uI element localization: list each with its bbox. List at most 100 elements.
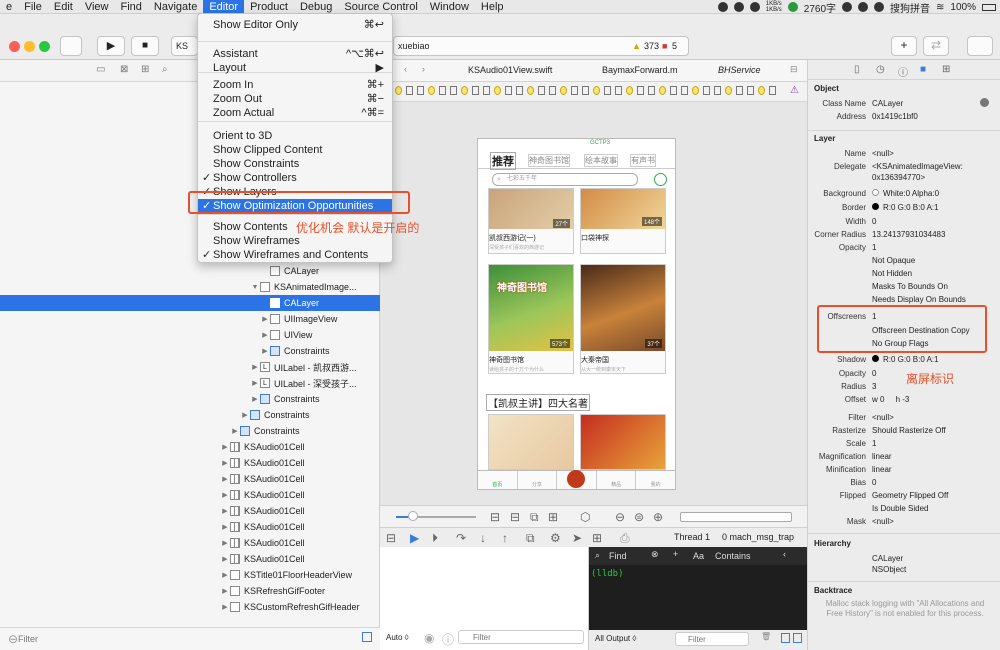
disclosure-triangle-icon[interactable]: ▶ <box>250 395 260 403</box>
ime-label[interactable]: 搜狗拼音 <box>890 0 930 15</box>
disclosure-triangle-icon[interactable]: ▶ <box>230 427 240 435</box>
breadcrumb-item-icon[interactable] <box>483 86 490 95</box>
breadcrumb-item-icon[interactable] <box>703 86 710 95</box>
menu-navigate[interactable]: Navigate <box>148 0 203 14</box>
breadcrumb-item-icon[interactable] <box>681 86 688 95</box>
search-icon[interactable]: ⌕ <box>162 64 168 75</box>
eye-icon[interactable]: ◉ <box>424 631 434 645</box>
menu-find[interactable]: Find <box>114 0 147 14</box>
tree-row[interactable]: ▶ Constraints <box>0 423 380 439</box>
menu-item-layout[interactable]: Layout ▶ <box>198 61 392 75</box>
book-card[interactable]: 148个 口袋神探 <box>580 188 666 254</box>
breadcrumb-item-icon[interactable] <box>725 86 732 95</box>
file-icon[interactable]: ▯ <box>854 64 860 75</box>
breadcrumb-item-icon[interactable] <box>626 86 633 95</box>
tree-row[interactable]: ▶ Constraints <box>0 343 380 359</box>
menu-editor[interactable]: Editor <box>203 0 245 14</box>
breadcrumb-item-icon[interactable] <box>692 86 699 95</box>
disclosure-triangle-icon[interactable]: ▼ <box>250 284 260 291</box>
disclosure-triangle-icon[interactable]: ▶ <box>250 363 260 371</box>
wechat-icon[interactable] <box>733 2 744 12</box>
breadcrumb-item-icon[interactable] <box>549 86 556 95</box>
disclosure-triangle-icon[interactable]: ▶ <box>240 411 250 419</box>
menu-file[interactable]: File <box>18 0 48 14</box>
zoom-actual-icon[interactable]: ⊜ <box>634 510 644 524</box>
tree-row[interactable]: ▶ KSAudio01Cell <box>0 551 380 567</box>
tree-row[interactable]: ▶ KSAudio01Cell <box>0 503 380 519</box>
menu-item-show-constraints[interactable]: Show Constraints <box>198 157 392 171</box>
breadcrumb-item-icon[interactable] <box>736 86 743 95</box>
console-filter-input[interactable] <box>675 632 749 646</box>
breadcrumb-item-icon[interactable] <box>758 86 765 95</box>
status-icon[interactable] <box>842 2 853 12</box>
breadcrumb-item-icon[interactable] <box>505 86 512 95</box>
breadcrumb-item-icon[interactable] <box>461 86 468 95</box>
menu-help[interactable]: Help <box>475 0 510 14</box>
book-card[interactable]: 37个 大秦帝国 从大一统到秦末天下 <box>580 264 666 374</box>
auto-selector[interactable]: Auto ◊ <box>386 633 409 642</box>
tab-baymaxforward[interactable]: BaymaxForward.m <box>602 65 678 75</box>
clear-icon[interactable]: ⊗ <box>651 549 659 560</box>
issue-icon[interactable]: ⚠ <box>790 85 799 96</box>
disclosure-triangle-icon[interactable]: ▶ <box>220 475 230 483</box>
close-button[interactable] <box>9 41 20 52</box>
layout-icon[interactable]: ⊟ <box>490 510 500 524</box>
menu-product[interactable]: Product <box>244 0 294 14</box>
hide-debug-icon[interactable]: ⊟ <box>386 531 396 545</box>
tree-row[interactable]: ▶ L UILabel - 深受孩子... <box>0 375 380 391</box>
zoom-out-icon[interactable]: ⊖ <box>615 510 625 524</box>
disclosure-triangle-icon[interactable]: ▶ <box>250 379 260 387</box>
minimize-button[interactable] <box>24 41 35 52</box>
orient-3d-icon[interactable]: ⬡ <box>580 510 590 524</box>
breadcrumb-item-icon[interactable] <box>593 86 600 95</box>
disclosure-triangle-icon[interactable]: ▶ <box>220 491 230 499</box>
zoom-button[interactable] <box>39 41 50 52</box>
disclosure-triangle-icon[interactable]: ▶ <box>220 587 230 595</box>
sogou-icon[interactable] <box>874 2 885 12</box>
output-selector[interactable]: All Output ◊ <box>595 634 636 643</box>
menu-source-control[interactable]: Source Control <box>338 0 423 14</box>
book-card[interactable]: 27个 凯叔西游记(一) 深受孩子们喜欢的西游记 <box>488 188 574 254</box>
word-count[interactable]: 2760字 <box>804 0 836 15</box>
breadcrumb-item-icon[interactable] <box>659 86 666 95</box>
warning-count[interactable]: 373 <box>644 37 659 55</box>
layout-icon[interactable]: ⧉ <box>530 510 539 525</box>
error-count[interactable]: 5 <box>672 37 677 55</box>
tree-row[interactable]: ▶ Constraints <box>0 391 380 407</box>
breadcrumb-item-icon[interactable] <box>439 86 446 95</box>
menu-view[interactable]: View <box>79 0 115 14</box>
forward-icon[interactable]: › <box>422 64 425 74</box>
breadcrumb-item-icon[interactable] <box>769 86 776 95</box>
tree-row[interactable]: ▶ KSAudio01Cell <box>0 535 380 551</box>
spacing-slider-thumb[interactable] <box>408 511 418 521</box>
close-icon[interactable]: ⊠ <box>120 64 128 75</box>
match-selector[interactable]: Contains <box>715 551 751 561</box>
tab-premium[interactable]: 精品 <box>597 471 637 489</box>
tree-row[interactable]: ▶ UIImageView <box>0 311 380 327</box>
history-icon[interactable]: ◷ <box>876 64 885 75</box>
disclosure-triangle-icon[interactable]: ▶ <box>220 571 230 579</box>
disclosure-triangle-icon[interactable]: ▶ <box>220 443 230 451</box>
prev-icon[interactable]: ‹ <box>783 549 786 559</box>
case-toggle[interactable]: Aa <box>693 551 704 561</box>
menu-item-show-wireframes-and-contents[interactable]: ✓ Show Wireframes and Contents <box>198 248 392 262</box>
run-button[interactable]: ▶ <box>97 36 125 56</box>
range-slider[interactable] <box>680 512 792 522</box>
step-in-icon[interactable]: ↓ <box>480 531 486 545</box>
breadcrumb-item-icon[interactable] <box>406 86 413 95</box>
memory-graph-icon[interactable]: ⚙ <box>550 531 561 545</box>
phone-tab-recommend[interactable]: 推荐 <box>490 152 516 170</box>
tree-row[interactable]: ▶ KSAudio01Cell <box>0 519 380 535</box>
menu-item-show-clipped-content[interactable]: Show Clipped Content <box>198 143 392 157</box>
find-label[interactable]: Find <box>609 551 627 561</box>
breadcrumb-item-icon[interactable] <box>648 86 655 95</box>
hierarchy-icon[interactable]: ⊞ <box>141 64 149 75</box>
menu-item-show-controllers[interactable]: ✓ Show Controllers <box>198 171 392 185</box>
code-review-button[interactable]: ⇄ <box>923 36 949 56</box>
disclosure-triangle-icon[interactable]: ▶ <box>220 523 230 531</box>
disclosure-triangle-icon[interactable]: ▶ <box>260 331 270 339</box>
step-out-icon[interactable]: ↑ <box>502 531 508 545</box>
phone-tab-picture[interactable]: 绘本故事 <box>584 154 618 167</box>
tree-row[interactable]: ▶ KSTitle01FloorHeaderView <box>0 567 380 583</box>
menu-edit[interactable]: Edit <box>48 0 79 14</box>
